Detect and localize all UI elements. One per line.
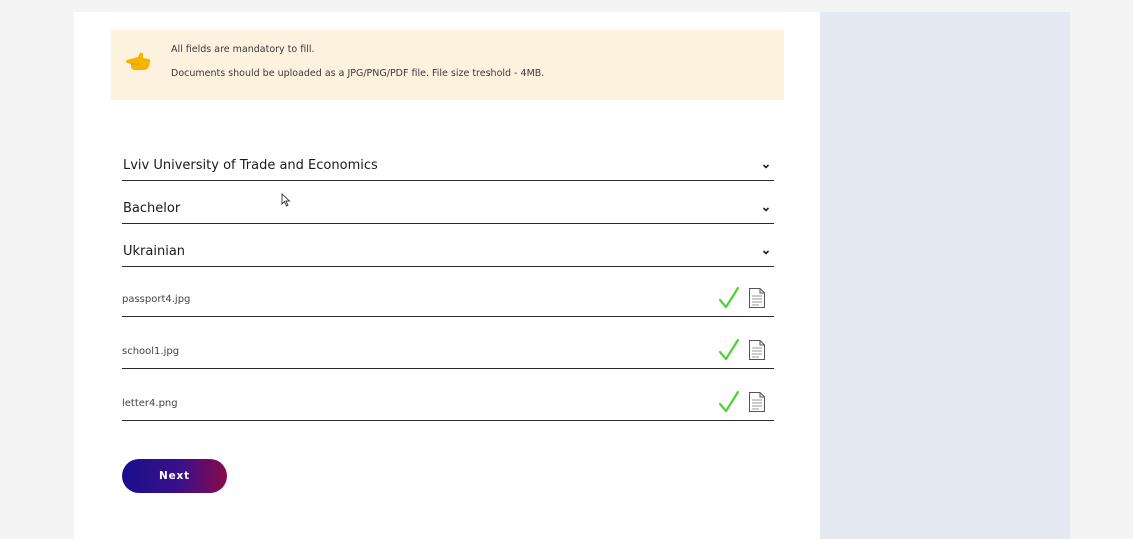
- school-certificate-upload-field[interactable]: school1.jpg: [122, 338, 774, 369]
- check-icon: [718, 286, 740, 309]
- chevron-down-icon: [762, 164, 770, 169]
- check-icon: [718, 390, 740, 413]
- notice-upload-requirements: Documents should be uploaded as a JPG/PN…: [171, 68, 545, 79]
- degree-select[interactable]: Bachelor: [122, 201, 774, 224]
- uploaded-file-name: school1.jpg: [122, 346, 180, 357]
- chevron-down-icon: [762, 207, 770, 212]
- info-notice: All fields are mandatory to fill. Docume…: [111, 30, 784, 100]
- mouse-cursor-icon: [281, 193, 291, 207]
- letter-upload-field[interactable]: letter4.png: [122, 390, 774, 421]
- check-icon: [718, 338, 740, 361]
- university-select[interactable]: Lviv University of Trade and Economics: [122, 158, 774, 181]
- passport-upload-field[interactable]: passport4.jpg: [122, 286, 774, 317]
- chevron-down-icon: [762, 250, 770, 255]
- uploaded-file-name: letter4.png: [122, 398, 178, 409]
- document-icon[interactable]: [748, 391, 766, 413]
- uploaded-file-name: passport4.jpg: [122, 294, 191, 305]
- next-button[interactable]: Next: [122, 459, 227, 493]
- university-select-value: Lviv University of Trade and Economics: [123, 158, 378, 173]
- notice-mandatory-text: All fields are mandatory to fill.: [171, 44, 315, 55]
- degree-select-value: Bachelor: [123, 201, 181, 216]
- language-select[interactable]: Ukrainian: [122, 244, 774, 267]
- pointing-hand-icon: [126, 52, 151, 70]
- side-panel: [820, 12, 1070, 539]
- right-margin: [1070, 12, 1133, 539]
- language-select-value: Ukrainian: [123, 244, 186, 259]
- document-icon[interactable]: [748, 287, 766, 309]
- document-icon[interactable]: [748, 339, 766, 361]
